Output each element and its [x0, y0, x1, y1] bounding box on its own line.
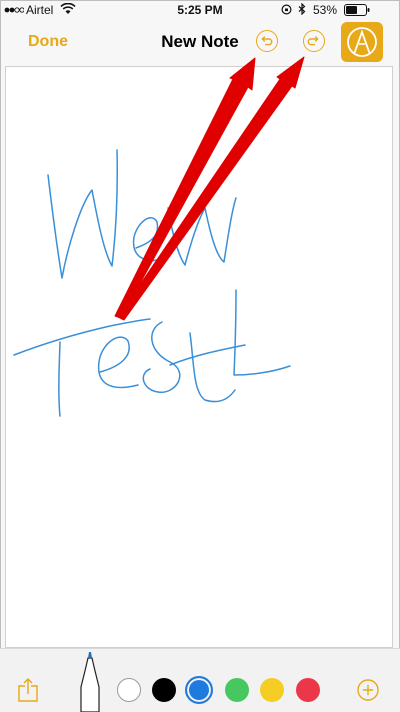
undo-icon [261, 36, 273, 46]
color-swatch-yellow[interactable] [260, 678, 284, 702]
color-swatch-green[interactable] [225, 678, 249, 702]
handwriting-sketch [13, 149, 291, 417]
status-time: 5:25 PM [177, 3, 223, 17]
color-swatch-blue-selected[interactable] [185, 676, 213, 704]
bluetooth-icon [298, 3, 306, 15]
share-icon[interactable] [17, 677, 41, 705]
battery-percentage: 53% [313, 3, 338, 17]
navigation-bar: Done New Note [0, 20, 400, 64]
color-swatch-red[interactable] [296, 678, 320, 702]
markup-toolbar [0, 648, 400, 712]
orientation-lock-icon [281, 4, 292, 15]
undo-button[interactable] [256, 30, 278, 52]
drawing-canvas[interactable] [5, 66, 393, 648]
pen-tool-icon[interactable] [77, 649, 103, 712]
status-bar: Airtel 5:25 PM 53% [0, 0, 400, 20]
page-title: New Note [161, 32, 239, 51]
markup-toggle-button[interactable] [341, 22, 383, 62]
redo-icon [307, 36, 319, 46]
color-swatch-white[interactable] [117, 678, 141, 702]
color-swatch-black[interactable] [152, 678, 176, 702]
battery-icon [344, 4, 370, 16]
add-icon[interactable] [357, 679, 379, 701]
redo-button[interactable] [303, 30, 325, 52]
pen-tip-icon [347, 27, 377, 57]
